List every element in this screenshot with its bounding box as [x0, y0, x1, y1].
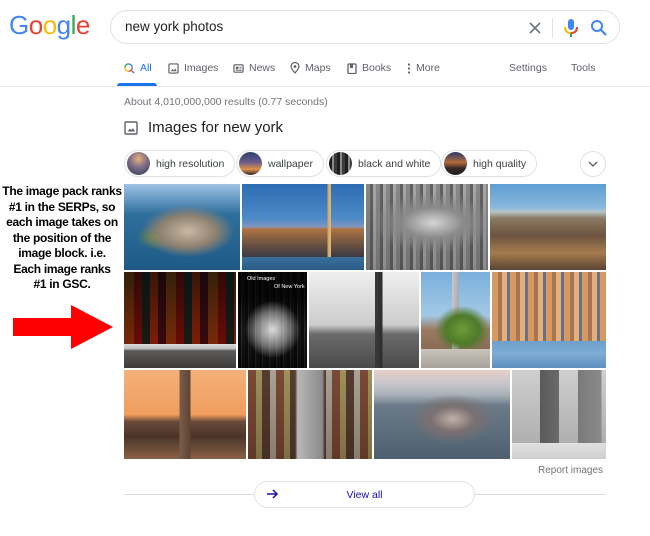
image-tile[interactable] [242, 184, 364, 270]
view-all-label: View all [346, 489, 383, 501]
annotation-line: #1 in the SERPs, so [8, 199, 116, 214]
chip-thumbnail [127, 152, 150, 175]
search-box [110, 10, 620, 44]
chip-label: wallpaper [268, 157, 313, 170]
logo-letter: o [28, 10, 43, 40]
image-icon [168, 62, 179, 74]
logo-letter: g [56, 10, 71, 40]
logo-letter: e [75, 10, 90, 40]
annotation-text: The image pack ranks #1 in the SERPs, so… [2, 184, 122, 293]
tab-news[interactable]: News [233, 62, 275, 74]
image-tile[interactable] [124, 272, 236, 368]
chip-thumbnail [329, 152, 352, 175]
chip-label: high resolution [156, 157, 225, 170]
image-grid: Old Images Of New York [124, 184, 606, 459]
annotation-line: Each image ranks [13, 261, 111, 276]
tab-images[interactable]: Images [168, 62, 218, 74]
result-stats: About 4,010,000,000 results (0.77 second… [124, 96, 328, 108]
tab-label: Images [184, 62, 219, 74]
tab-maps[interactable]: Maps [290, 62, 331, 74]
chip-thumbnail [444, 152, 467, 175]
google-logo[interactable]: Google [9, 10, 90, 41]
tab-label: More [416, 62, 440, 74]
image-tile[interactable] [309, 272, 419, 368]
image-tile[interactable] [374, 370, 510, 459]
image-tile[interactable]: Old Images Of New York [238, 272, 307, 368]
map-pin-icon [290, 62, 300, 74]
search-button[interactable] [589, 18, 609, 38]
chip-black-and-white[interactable]: black and white [326, 150, 442, 177]
chip-label: high quality [473, 157, 527, 170]
view-all-button[interactable]: View all [254, 481, 475, 508]
image-tile[interactable] [421, 272, 490, 368]
search-input[interactable] [125, 19, 505, 34]
expand-chips-button[interactable] [580, 151, 606, 177]
image-tile[interactable] [124, 370, 246, 459]
clear-search-button[interactable] [526, 19, 544, 37]
chip-high-resolution[interactable]: high resolution [124, 150, 236, 177]
report-images-link[interactable]: Report images [538, 465, 603, 476]
search-divider [552, 18, 553, 38]
close-icon [529, 22, 541, 34]
tab-label: Tools [571, 62, 596, 74]
more-vertical-icon [407, 62, 411, 74]
chevron-down-icon [588, 161, 598, 167]
search-icon [591, 20, 607, 36]
tab-label: Books [362, 62, 392, 74]
tab-books[interactable]: Books [347, 62, 391, 74]
tabs-divider [0, 86, 650, 87]
image-tile[interactable] [492, 272, 606, 368]
image-tile[interactable] [512, 370, 606, 459]
annotation-line: each image takes on [6, 215, 118, 229]
logo-letter: o [42, 10, 57, 40]
tab-label: News [249, 62, 276, 74]
search-tabs: All Images News Maps Books More Settings… [0, 56, 650, 86]
voice-search-button[interactable] [562, 18, 580, 38]
tab-settings[interactable]: Settings [509, 62, 547, 74]
image-tile[interactable] [490, 184, 606, 270]
images-section-title: Images for new york [148, 119, 284, 136]
image-icon [124, 120, 138, 135]
image-caption: Of New York [274, 284, 305, 290]
tab-label: Maps [305, 62, 331, 74]
images-section-header[interactable]: Images for new york [124, 119, 283, 136]
annotation-line: #1 in GSC. [33, 277, 91, 291]
tab-tools[interactable]: Tools [571, 62, 596, 74]
tab-label: Settings [509, 62, 547, 74]
chip-thumbnail [239, 152, 262, 175]
chip-high-quality[interactable]: high quality [441, 150, 538, 177]
image-tile[interactable] [124, 184, 240, 270]
annotation-line: the position of the [12, 230, 112, 245]
annotation-line: The image pack ranks [2, 184, 122, 198]
tab-more[interactable]: More [407, 62, 440, 74]
image-tile[interactable] [366, 184, 488, 270]
image-caption: Old Images [247, 276, 276, 282]
search-icon [124, 62, 135, 74]
annotation-line: image block. i.e. [18, 246, 106, 260]
chip-wallpaper[interactable]: wallpaper [236, 150, 324, 177]
arrow-right-icon [13, 305, 113, 349]
tab-all[interactable]: All [124, 62, 152, 74]
logo-letter: G [9, 10, 29, 40]
image-tile[interactable] [248, 370, 372, 459]
book-icon [347, 62, 357, 74]
microphone-icon [564, 19, 578, 37]
chip-label: black and white [358, 157, 431, 170]
newspaper-icon [233, 63, 244, 73]
tab-label: All [140, 62, 152, 74]
